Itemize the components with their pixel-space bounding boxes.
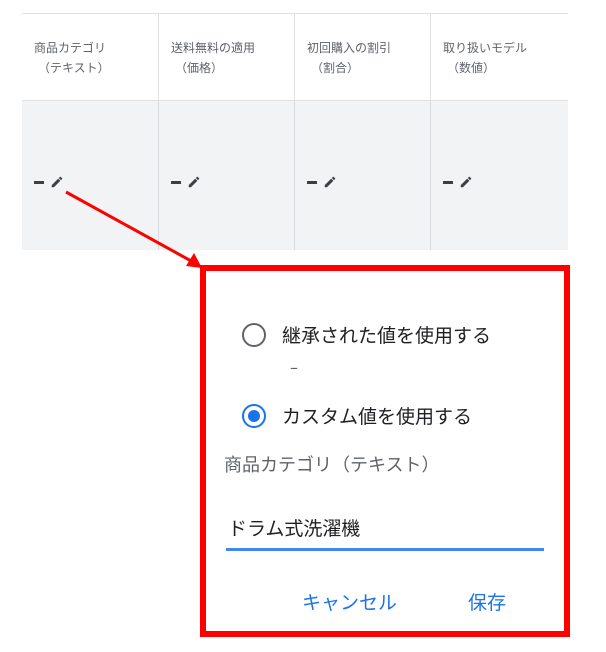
column-header-type: （割合） (311, 61, 360, 75)
column-header-type: （テキスト） (38, 61, 110, 75)
column-header-name: 初回購入の割引 (307, 41, 392, 55)
custom-columns-table: 商品カテゴリ （テキスト） 送料無料の適用 （価格） 初回購入の割引 （割合） … (22, 13, 568, 250)
column-header-name: 商品カテゴリ (34, 41, 107, 55)
empty-value-dash (34, 180, 44, 184)
empty-value-dash (171, 180, 181, 184)
pencil-icon[interactable] (187, 175, 201, 189)
column-header-name: 送料無料の適用 (171, 41, 256, 55)
empty-value-dash (443, 180, 453, 184)
cell-value-edit[interactable]: – (443, 174, 473, 190)
radio-custom-selected[interactable] (242, 403, 266, 428)
pencil-icon[interactable] (323, 175, 337, 189)
table-cell-models: – (431, 101, 568, 250)
cell-value-edit[interactable]: – (171, 174, 201, 190)
table-row: – – – – (22, 101, 568, 250)
table-cell-first-purchase-discount: – (295, 101, 431, 250)
option-custom[interactable]: カスタム値を使用する (242, 402, 472, 429)
column-header-free-shipping: 送料無料の適用 （価格） (159, 14, 295, 100)
table-cell-free-shipping: – (159, 101, 295, 250)
column-header-name: 取り扱いモデル (443, 41, 528, 55)
table-header-row: 商品カテゴリ （テキスト） 送料無料の適用 （価格） 初回購入の割引 （割合） … (22, 13, 568, 101)
cell-value-edit[interactable]: – (307, 174, 337, 190)
pencil-icon[interactable] (50, 175, 64, 189)
pencil-icon[interactable] (459, 175, 473, 189)
column-header-type: （価格） (175, 61, 224, 75)
option-inherited[interactable]: 継承された値を使用する (242, 321, 491, 348)
table-cell-product-category: – (22, 101, 159, 250)
save-button[interactable]: 保存 (464, 582, 510, 621)
column-header-first-purchase-discount: 初回購入の割引 （割合） (295, 14, 431, 100)
column-header-product-category: 商品カテゴリ （テキスト） (22, 14, 159, 100)
empty-value-dash (307, 180, 317, 184)
column-header-type: （数値） (447, 61, 496, 75)
radio-inherited[interactable] (242, 322, 266, 347)
edit-value-popup: 継承された値を使用する – カスタム値を使用する 商品カテゴリ（テキスト） キャ… (200, 265, 570, 637)
custom-value-input[interactable] (226, 507, 544, 551)
option-custom-label: カスタム値を使用する (282, 406, 473, 428)
cancel-button[interactable]: キャンセル (298, 582, 401, 621)
cell-value-edit[interactable]: – (34, 174, 64, 190)
column-header-models: 取り扱いモデル （数値） (431, 14, 568, 100)
inherited-value: – (290, 358, 298, 377)
option-inherited-label: 継承された値を使用する (282, 325, 492, 347)
field-label: 商品カテゴリ（テキスト） (224, 455, 440, 476)
